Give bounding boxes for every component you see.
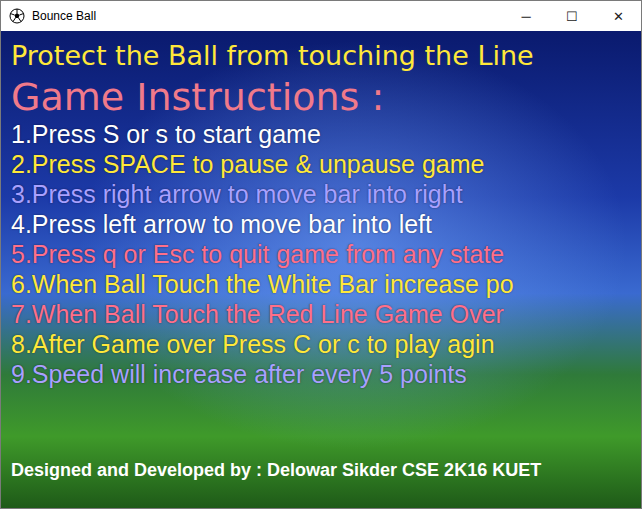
credits: Designed and Developed by : Delowar Sikd… [11, 458, 631, 482]
window-control-button[interactable]: ─ [503, 1, 549, 31]
title-bar: Bounce Ball─☐✕ [1, 1, 641, 31]
window-controls: ─☐✕ [503, 1, 641, 31]
instruction-line: 5.Press q or Esc to quit game from any s… [11, 239, 631, 269]
instruction-line: 3.Press right arrow to move bar into rig… [11, 179, 631, 209]
instruction-line: 7.When Ball Touch the Red Line Game Over [11, 299, 631, 329]
instructions-list: 1.Press S or s to start game2.Press SPAC… [11, 119, 631, 389]
instruction-line: 8.After Game over Press C or c to play a… [11, 329, 631, 359]
game-scene: Protect the Ball from touching the LineG… [1, 31, 641, 508]
ball-icon [9, 8, 25, 24]
window-control-button[interactable]: ✕ [595, 1, 641, 31]
window-title: Bounce Ball [32, 9, 503, 23]
instruction-line: 1.Press S or s to start game [11, 119, 631, 149]
instruction-line: 6.When Ball Touch the White Bar increase… [11, 269, 631, 299]
instructions-title: Game Instructions : [11, 75, 631, 119]
instruction-line: 4.Press left arrow to move bar into left [11, 209, 631, 239]
game-window: Bounce Ball─☐✕Protect the Ball from touc… [0, 0, 642, 509]
game-heading: Protect the Ball from touching the Line [11, 37, 631, 75]
window-control-button[interactable]: ☐ [549, 1, 595, 31]
instruction-line: 2.Press SPACE to pause & unpause game [11, 149, 631, 179]
instruction-line: 9.Speed will increase after every 5 poin… [11, 359, 631, 389]
